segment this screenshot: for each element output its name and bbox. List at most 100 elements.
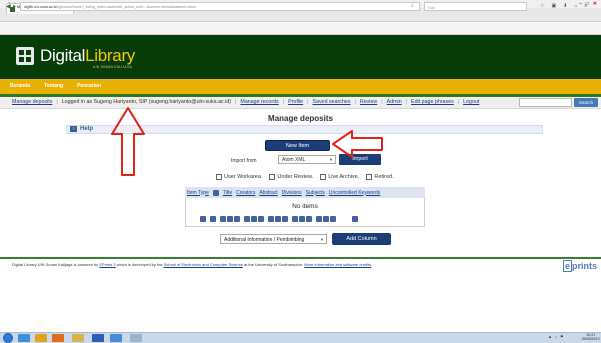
nav-pencarian[interactable]: Pencarian [77, 83, 101, 89]
status-filters: User Workarea. Under Review. Live Archiv… [216, 174, 394, 180]
word-icon[interactable] [92, 334, 104, 342]
import-format-value: Atom XML [282, 157, 306, 163]
col-abstract[interactable]: Abstract [259, 190, 277, 196]
col-divisions[interactable]: Divisions [282, 190, 302, 196]
close-icon[interactable]: ✕ [593, 1, 597, 7]
column-control-icon[interactable] [275, 216, 281, 222]
ie-icon[interactable] [18, 334, 30, 342]
start-button[interactable] [3, 333, 13, 343]
url-bar[interactable]: digilib.uin-suka.ac.id/cgi/users/home?_l… [20, 2, 420, 11]
back-icon[interactable]: ◀ [6, 3, 11, 10]
column-control-icon[interactable] [316, 216, 322, 222]
column-control-icon[interactable] [234, 216, 240, 222]
link-manage-records[interactable]: Manage records [240, 99, 278, 105]
home-icon[interactable]: ⌂ [574, 3, 577, 9]
link-admin[interactable]: Admin [387, 99, 402, 105]
col-subjects[interactable]: Subjects [306, 190, 325, 196]
link-profile[interactable]: Profile [288, 99, 303, 105]
logo-subtitle: UIN SUNAN KALIJAGA [93, 65, 133, 69]
firefox-icon[interactable] [52, 334, 64, 342]
column-control-icon[interactable] [210, 216, 216, 222]
browser-search-input[interactable]: Cari [424, 2, 527, 11]
folder-icon[interactable] [72, 334, 84, 342]
column-control-icon[interactable] [352, 216, 358, 222]
clock-date: 09/03/2013 [582, 337, 600, 341]
site-search-button[interactable]: Search [574, 98, 598, 107]
site-search-input[interactable] [519, 98, 572, 107]
reload-icon[interactable]: C [411, 3, 414, 8]
help-label[interactable]: Help [80, 126, 93, 132]
filter-retired[interactable]: Retired. [366, 174, 394, 180]
eprints-link[interactable]: EPrints 3 [99, 262, 115, 267]
forward-icon[interactable]: ▸ [13, 3, 16, 10]
network-icon[interactable]: ▲ [548, 334, 552, 339]
app-icon[interactable] [130, 334, 142, 342]
logo-word-1: Digital [40, 46, 86, 65]
school-link[interactable]: School of Electronics and Computer Scien… [164, 262, 243, 267]
chevron-down-icon: ▼ [329, 157, 333, 162]
footer-divider [0, 257, 601, 259]
checkbox[interactable] [366, 174, 373, 180]
column-control-icon[interactable] [258, 216, 264, 222]
add-column-select[interactable]: Additional Information / Pembimbing ▼ [220, 234, 327, 244]
link-saved-searches[interactable]: Saved searches [313, 99, 351, 105]
system-clock[interactable]: 10:21 09/03/2013 [582, 333, 600, 341]
link-edit-page-phrases[interactable]: Edit page phrases [411, 99, 454, 105]
link-manage-deposits[interactable]: Manage deposits [12, 99, 52, 105]
col-title[interactable]: Title [223, 190, 232, 196]
link-review[interactable]: Review [360, 99, 377, 105]
import-from-label: Import from [231, 158, 257, 164]
column-control-icon[interactable] [268, 216, 274, 222]
sort-icon[interactable] [212, 189, 219, 196]
filter-under-review[interactable]: Under Review. [269, 174, 313, 180]
column-control-icon[interactable] [282, 216, 288, 222]
column-control-icon[interactable] [244, 216, 250, 222]
system-tray: ▲ ♪ ⚑ [548, 334, 564, 339]
checkbox[interactable] [216, 174, 222, 180]
column-control-icon[interactable] [330, 216, 336, 222]
help-bar[interactable] [66, 125, 543, 134]
column-control-icon[interactable] [299, 216, 305, 222]
link-logout[interactable]: Logout [463, 99, 479, 105]
app-icon[interactable] [110, 334, 122, 342]
credits-link[interactable]: More information and software credits [304, 262, 371, 267]
site-logo-text[interactable]: DigitalLibrary [40, 47, 135, 65]
column-control-icon[interactable] [220, 216, 226, 222]
col-item-type[interactable]: Item Type [187, 190, 209, 196]
checkbox[interactable] [269, 174, 276, 180]
help-icon[interactable]: ? [70, 126, 77, 132]
no-items-message: No items [292, 203, 318, 210]
column-control-icon[interactable] [292, 216, 298, 222]
os-taskbar [0, 332, 601, 343]
column-control-icon[interactable] [251, 216, 257, 222]
user-links: Manage deposits | Logged in as Sugeng Ha… [12, 99, 480, 105]
site-nav: Beranda Tentang Pencarian [10, 83, 101, 89]
col-creators[interactable]: Creators [236, 190, 255, 196]
eprints-logo[interactable]: e prints [563, 260, 598, 272]
filter-live-archive[interactable]: Live Archive. [320, 174, 359, 180]
logged-in-text: Logged in as Sugeng Hariyanto, SIP (suge… [61, 99, 232, 105]
eprints-logo-text: prints [572, 261, 598, 271]
checkbox[interactable] [320, 174, 327, 180]
explorer-icon[interactable] [35, 334, 47, 342]
logo-word-2: Library [85, 46, 136, 65]
star-icon[interactable]: ☆ [540, 3, 544, 9]
volume-icon[interactable]: ♪ [555, 334, 557, 339]
clipboard-icon[interactable]: ▣ [551, 3, 556, 9]
filter-user-workarea[interactable]: User Workarea. [216, 174, 262, 180]
column-control-icon[interactable] [323, 216, 329, 222]
import-button[interactable]: Import [339, 154, 381, 165]
flag-icon[interactable]: ⚑ [560, 334, 564, 339]
url-path: /cgi/users/home?_listing_order=lastmod&_… [56, 5, 196, 9]
column-control-icon[interactable] [227, 216, 233, 222]
add-column-button[interactable]: Add Column [332, 233, 391, 245]
menu-icon[interactable]: ≡ [584, 3, 587, 9]
column-control-icon[interactable] [306, 216, 312, 222]
nav-tentang[interactable]: Tentang [44, 83, 63, 89]
col-uncontrolled-keywords[interactable]: Uncontrolled Keywords [329, 190, 380, 196]
column-control-icon[interactable] [200, 216, 206, 222]
nav-beranda[interactable]: Beranda [10, 83, 30, 89]
download-icon[interactable]: ⬇ [563, 3, 567, 9]
import-format-select[interactable]: Atom XML ▼ [278, 155, 336, 164]
new-item-button[interactable]: New Item [265, 140, 330, 151]
